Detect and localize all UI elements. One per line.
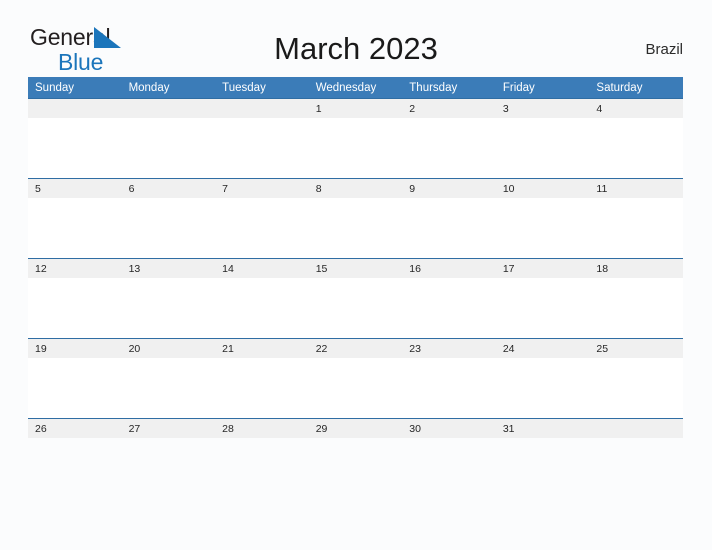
day-cell[interactable]: 4 bbox=[589, 99, 683, 118]
day-cell[interactable]: 10 bbox=[496, 179, 590, 198]
week-note-area[interactable] bbox=[28, 278, 683, 338]
page-header: General Blue March 2023 Brazil bbox=[0, 0, 712, 74]
weekday-friday: Friday bbox=[502, 81, 535, 94]
day-cell[interactable]: 3 bbox=[496, 99, 590, 118]
date-strip: 19 20 21 22 23 24 25 bbox=[28, 338, 683, 358]
day-cell[interactable]: 30 bbox=[402, 419, 496, 438]
day-cell[interactable]: 27 bbox=[122, 419, 216, 438]
weekday-saturday: Saturday bbox=[596, 81, 643, 94]
day-cell[interactable]: 2 bbox=[402, 99, 496, 118]
date-strip: 5 6 7 8 9 10 11 bbox=[28, 178, 683, 198]
weekday-sunday: Sunday bbox=[35, 81, 75, 94]
week-row: 19 20 21 22 23 24 25 bbox=[28, 338, 683, 418]
day-cell[interactable]: 20 bbox=[122, 339, 216, 358]
week-note-area[interactable] bbox=[28, 358, 683, 418]
day-cell[interactable]: 5 bbox=[28, 179, 122, 198]
week-row: 1 2 3 4 bbox=[28, 98, 683, 178]
weekday-monday: Monday bbox=[128, 81, 170, 94]
day-cell[interactable] bbox=[589, 419, 683, 438]
day-cell[interactable]: 15 bbox=[309, 259, 403, 278]
week-row: 26 27 28 29 30 31 bbox=[28, 418, 683, 438]
day-cell[interactable]: 13 bbox=[122, 259, 216, 278]
weekday-wednesday: Wednesday bbox=[315, 81, 377, 94]
day-cell[interactable]: 18 bbox=[589, 259, 683, 278]
day-cell[interactable]: 8 bbox=[309, 179, 403, 198]
day-cell[interactable]: 22 bbox=[309, 339, 403, 358]
day-cell[interactable]: 24 bbox=[496, 339, 590, 358]
page-title: March 2023 bbox=[274, 31, 438, 66]
day-cell[interactable]: 14 bbox=[215, 259, 309, 278]
day-cell[interactable]: 25 bbox=[589, 339, 683, 358]
day-cell[interactable]: 9 bbox=[402, 179, 496, 198]
day-cell[interactable] bbox=[215, 99, 309, 118]
day-cell[interactable]: 19 bbox=[28, 339, 122, 358]
week-note-area[interactable] bbox=[28, 118, 683, 178]
week-row: 12 13 14 15 16 17 18 bbox=[28, 258, 683, 338]
weekday-thursday: Thursday bbox=[409, 81, 458, 94]
day-cell[interactable]: 11 bbox=[589, 179, 683, 198]
day-cell[interactable]: 7 bbox=[215, 179, 309, 198]
week-note-area[interactable] bbox=[28, 198, 683, 258]
day-cell[interactable]: 12 bbox=[28, 259, 122, 278]
calendar-grid: Sunday Monday Tuesday Wednesday Thursday… bbox=[28, 77, 683, 438]
week-row: 5 6 7 8 9 10 11 bbox=[28, 178, 683, 258]
day-cell[interactable]: 16 bbox=[402, 259, 496, 278]
day-cell[interactable]: 21 bbox=[215, 339, 309, 358]
region-label: Brazil bbox=[645, 41, 683, 58]
day-cell[interactable]: 29 bbox=[309, 419, 403, 438]
date-strip: 12 13 14 15 16 17 18 bbox=[28, 258, 683, 278]
day-cell[interactable] bbox=[122, 99, 216, 118]
weekday-tuesday: Tuesday bbox=[222, 81, 266, 94]
date-strip: 1 2 3 4 bbox=[28, 98, 683, 118]
weekday-header-row: Sunday Monday Tuesday Wednesday Thursday… bbox=[28, 77, 683, 98]
date-strip: 26 27 28 29 30 31 bbox=[28, 418, 683, 438]
day-cell[interactable]: 6 bbox=[122, 179, 216, 198]
day-cell[interactable]: 28 bbox=[215, 419, 309, 438]
day-cell[interactable]: 31 bbox=[496, 419, 590, 438]
day-cell[interactable]: 1 bbox=[309, 99, 403, 118]
day-cell[interactable]: 23 bbox=[402, 339, 496, 358]
day-cell[interactable]: 26 bbox=[28, 419, 122, 438]
day-cell[interactable] bbox=[28, 99, 122, 118]
day-cell[interactable]: 17 bbox=[496, 259, 590, 278]
